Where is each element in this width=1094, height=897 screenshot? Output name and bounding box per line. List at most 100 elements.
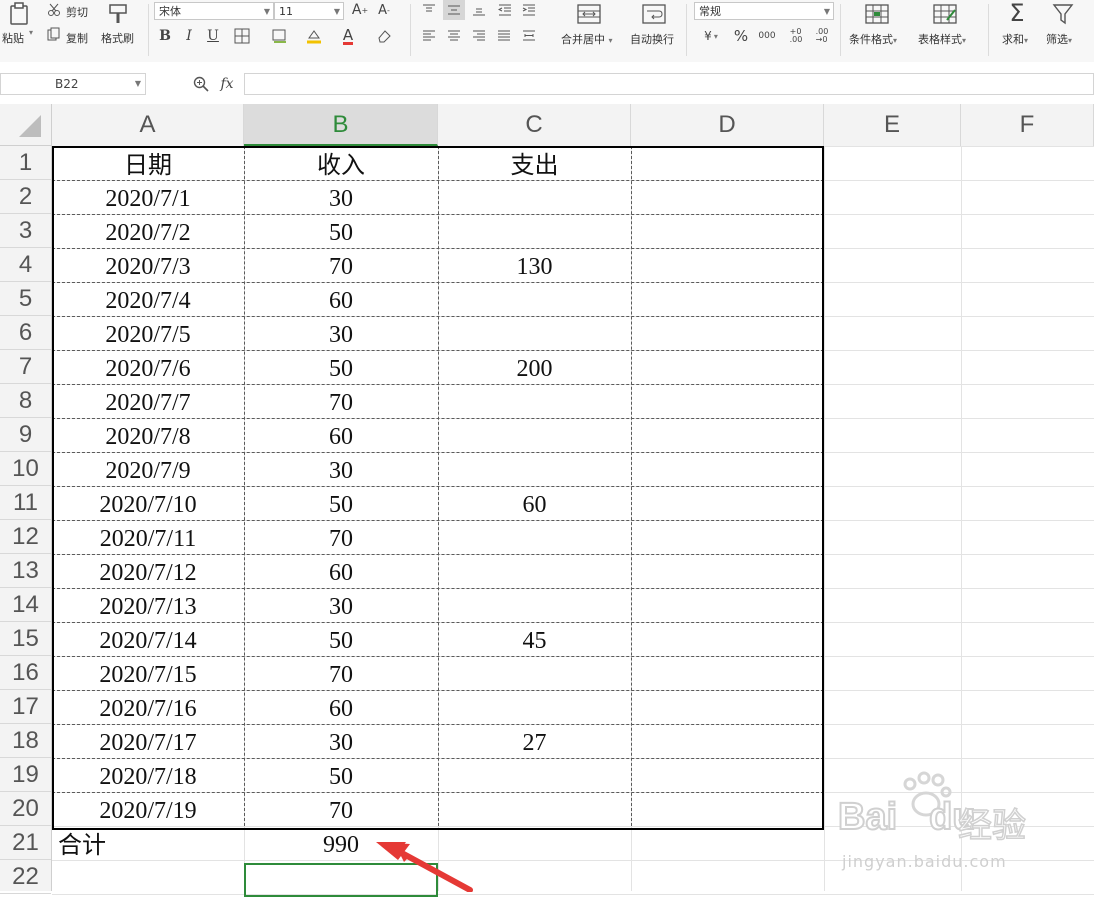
- font-name-select[interactable]: 宋体 ▼: [154, 2, 274, 20]
- merge-center-button[interactable]: 合并居中 ▾: [561, 31, 613, 47]
- divider: [410, 4, 411, 56]
- zoom-search-icon[interactable]: [192, 75, 210, 93]
- row-header-14[interactable]: 14: [0, 588, 51, 622]
- filter-button[interactable]: 筛选▾: [1046, 31, 1072, 47]
- chevron-down-icon: ▾: [608, 36, 613, 45]
- table-style-button[interactable]: 表格样式▾: [918, 31, 966, 47]
- total-label-cell[interactable]: 合计: [52, 828, 244, 862]
- font-size-select[interactable]: 11 ▼: [274, 2, 344, 20]
- row-header-20[interactable]: 20: [0, 792, 51, 826]
- row-header-5[interactable]: 5: [0, 282, 51, 316]
- border-icon[interactable]: [232, 27, 252, 45]
- filter-label: 筛选: [1046, 33, 1068, 46]
- row-header-17[interactable]: 17: [0, 690, 51, 724]
- format-painter-button[interactable]: 格式刷: [101, 30, 134, 46]
- row-header-2[interactable]: 2: [0, 180, 51, 214]
- column-header-f[interactable]: F: [961, 104, 1094, 146]
- increase-decimal-icon[interactable]: +0.00: [786, 26, 806, 46]
- increase-font-icon[interactable]: A +: [350, 0, 370, 20]
- row-headers: 1 2 3 4 5 6 7 8 9 10 11 12 13 14 15 16 17 18 19 20 21 22: [0, 146, 52, 894]
- copy-button[interactable]: 复制: [66, 30, 88, 46]
- formula-input[interactable]: [244, 73, 1094, 95]
- divider: [840, 4, 841, 56]
- align-center-icon[interactable]: [445, 28, 463, 44]
- row-header-8[interactable]: 8: [0, 384, 51, 418]
- row-header-16[interactable]: 16: [0, 656, 51, 690]
- sum-icon[interactable]: Σ: [1004, 0, 1030, 27]
- column-header-c[interactable]: C: [438, 104, 631, 146]
- row-header-1[interactable]: 1: [0, 146, 51, 180]
- column-headers: ABCDEF: [0, 104, 1094, 147]
- font-color-icon[interactable]: A: [338, 26, 358, 46]
- row-header-11[interactable]: 11: [0, 486, 51, 520]
- align-middle-icon[interactable]: [443, 0, 465, 20]
- underline-button[interactable]: U: [204, 26, 222, 46]
- table-style-icon[interactable]: [932, 2, 958, 26]
- row-header-13[interactable]: 13: [0, 554, 51, 588]
- conditional-format-label: 条件格式: [849, 33, 893, 46]
- chevron-down-icon: ▾: [893, 36, 898, 45]
- decrease-indent-icon[interactable]: [496, 2, 514, 18]
- row-header-3[interactable]: 3: [0, 214, 51, 248]
- column-header-e[interactable]: E: [824, 104, 961, 146]
- column-header-d[interactable]: D: [631, 104, 824, 146]
- decrease-font-icon[interactable]: A-: [374, 0, 394, 20]
- distribute-icon[interactable]: [520, 28, 538, 44]
- row-header-19[interactable]: 19: [0, 758, 51, 792]
- align-bottom-icon[interactable]: [470, 2, 488, 18]
- highlight-color-icon[interactable]: [304, 27, 324, 45]
- format-painter-icon[interactable]: [106, 2, 130, 26]
- row-header-6[interactable]: 6: [0, 316, 51, 350]
- fill-color-icon[interactable]: [270, 27, 290, 45]
- percent-button[interactable]: %: [732, 26, 750, 46]
- align-top-icon[interactable]: [420, 2, 438, 18]
- paste-icon[interactable]: [6, 2, 32, 26]
- row-header-22[interactable]: 22: [0, 860, 51, 894]
- number-format-value: 常规: [699, 5, 721, 18]
- red-arrow-icon: [376, 842, 473, 892]
- row-header-15[interactable]: 15: [0, 622, 51, 656]
- thousands-separator-icon[interactable]: 000: [758, 26, 776, 46]
- row-header-10[interactable]: 10: [0, 452, 51, 486]
- row-header-18[interactable]: 18: [0, 724, 51, 758]
- bold-button[interactable]: B: [156, 26, 174, 46]
- name-box[interactable]: B22 ▼: [0, 73, 146, 95]
- filter-icon[interactable]: [1050, 2, 1076, 26]
- row-header-4[interactable]: 4: [0, 248, 51, 282]
- chevron-down-icon: ▼: [823, 7, 830, 16]
- increase-indent-icon[interactable]: [520, 2, 538, 18]
- justify-icon[interactable]: [495, 28, 513, 44]
- fx-icon[interactable]: fx: [216, 74, 238, 94]
- currency-icon[interactable]: ¥ ▾: [700, 27, 722, 45]
- clear-format-icon[interactable]: [374, 27, 394, 45]
- conditional-format-button[interactable]: 条件格式▾: [849, 31, 897, 47]
- align-right-icon[interactable]: [470, 28, 488, 44]
- paste-button[interactable]: 粘贴: [2, 30, 24, 46]
- row-header-12[interactable]: 12: [0, 520, 51, 554]
- chevron-down-icon: ▼: [333, 7, 340, 16]
- row-header-9[interactable]: 9: [0, 418, 51, 452]
- italic-button[interactable]: I: [180, 26, 198, 46]
- merge-center-label: 合并居中: [561, 33, 605, 46]
- align-left-icon[interactable]: [420, 28, 438, 44]
- sum-button[interactable]: 求和▾: [1002, 31, 1028, 47]
- sum-label: 求和: [1002, 33, 1024, 46]
- number-format-select[interactable]: 常规 ▼: [694, 2, 834, 20]
- auto-wrap-button[interactable]: 自动换行: [630, 31, 674, 47]
- table-style-label: 表格样式: [918, 33, 962, 46]
- paste-dropdown-icon[interactable]: ▾: [29, 28, 33, 37]
- auto-wrap-icon[interactable]: [641, 2, 667, 26]
- select-all-corner[interactable]: [0, 104, 52, 146]
- column-header-b[interactable]: B: [244, 104, 438, 146]
- conditional-format-icon[interactable]: [864, 2, 890, 26]
- decrease-decimal-icon[interactable]: .00 →0: [812, 26, 832, 46]
- merge-center-icon[interactable]: [576, 2, 602, 26]
- copy-icon[interactable]: [46, 26, 62, 42]
- row-header-21[interactable]: 21: [0, 826, 51, 860]
- row-header-7[interactable]: 7: [0, 350, 51, 384]
- chevron-down-icon: ▾: [962, 36, 967, 45]
- cut-button[interactable]: 剪切: [66, 4, 88, 20]
- divider: [148, 4, 149, 56]
- cut-icon[interactable]: [46, 2, 62, 18]
- column-header-a[interactable]: A: [52, 104, 244, 146]
